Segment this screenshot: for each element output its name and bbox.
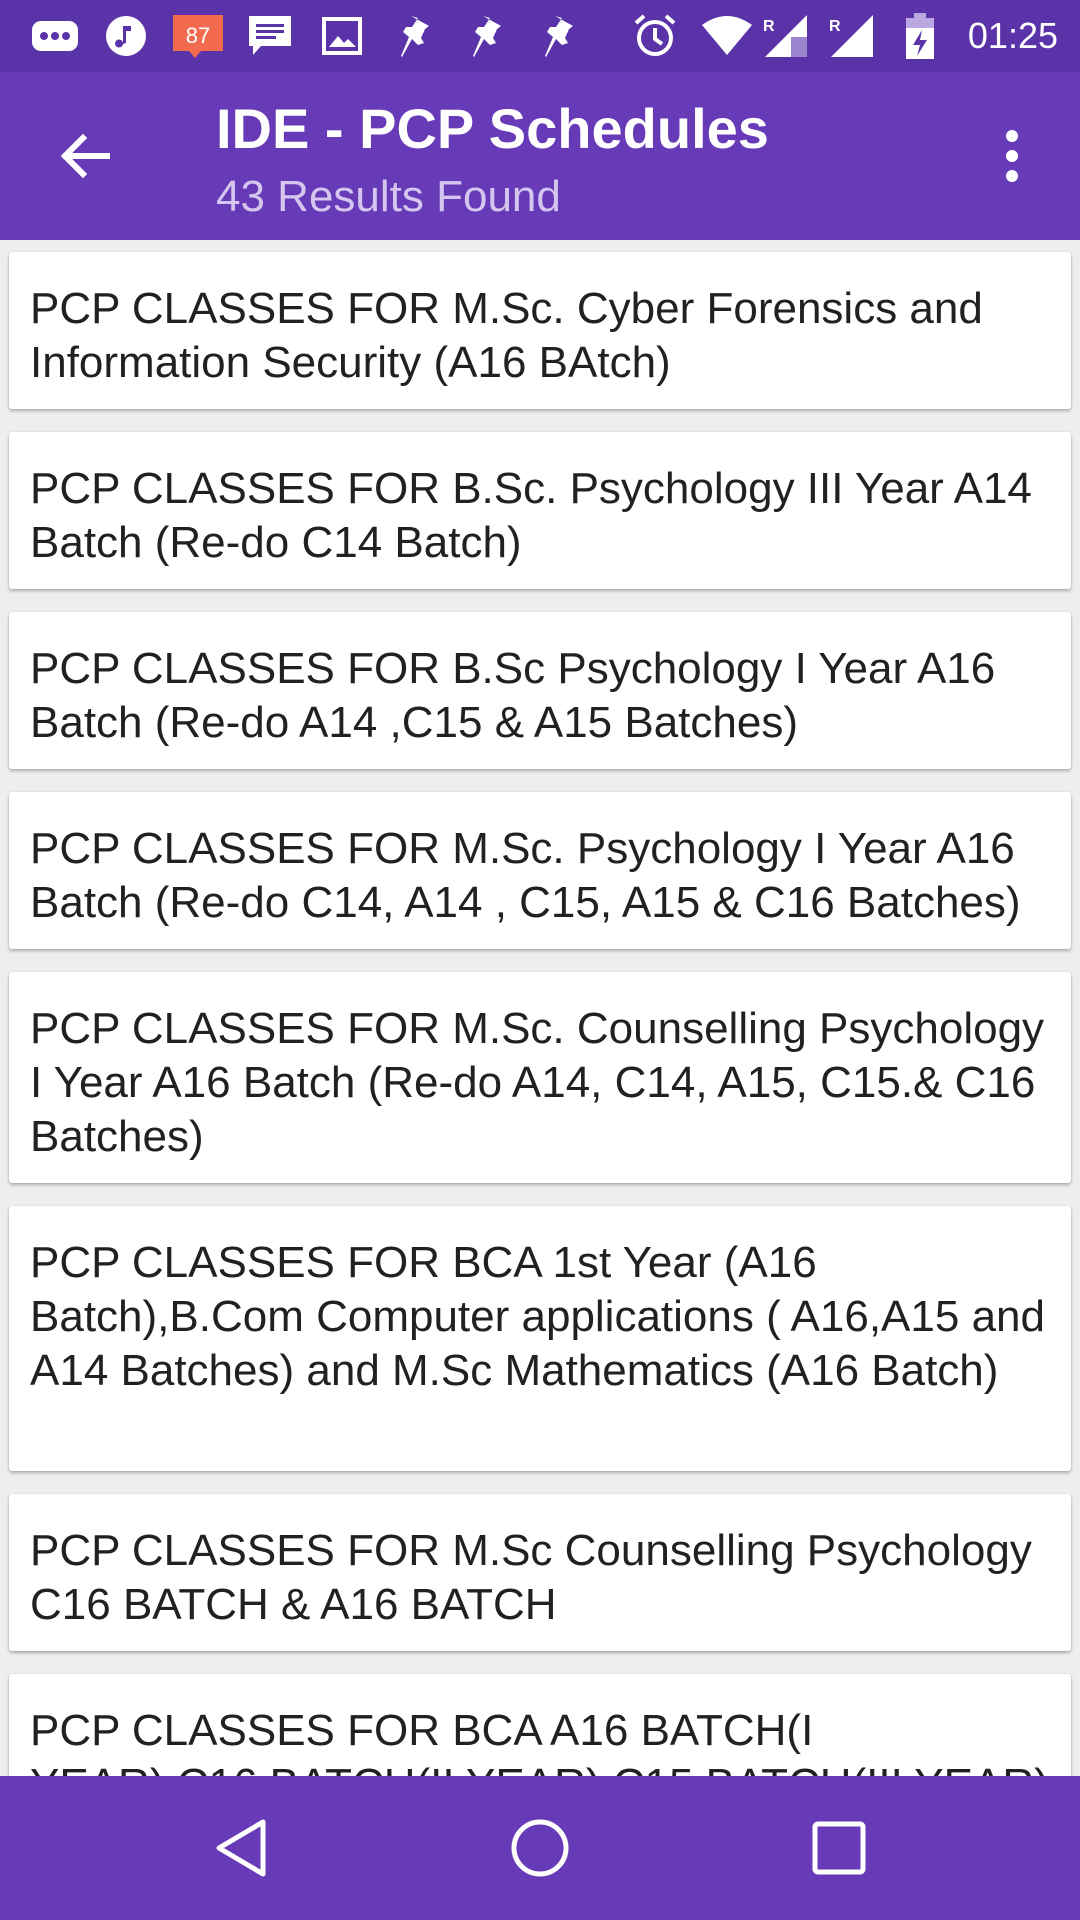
list-item-label: PCP CLASSES FOR M.Sc. Counselling Psycho…	[30, 1004, 1045, 1161]
nav-recents-button[interactable]	[801, 1810, 877, 1886]
list-item[interactable]: PCP CLASSES FOR M.Sc. Counselling Psycho…	[9, 972, 1071, 1183]
nav-home-button[interactable]	[502, 1810, 578, 1886]
list-item[interactable]: PCP CLASSES FOR M.Sc. Cyber Forensics an…	[9, 252, 1071, 409]
image-icon	[318, 12, 366, 60]
list-item-label: PCP CLASSES FOR B.Sc Psychology I Year A…	[30, 644, 996, 747]
list-item[interactable]: PCP CLASSES FOR M.Sc Counselling Psychol…	[9, 1494, 1071, 1651]
pin-icon	[464, 12, 510, 60]
more-vert-icon	[1006, 130, 1018, 182]
pin-icon	[392, 12, 438, 60]
message-icon	[244, 12, 296, 60]
signal-roaming-icon: R	[826, 12, 876, 60]
schedule-list[interactable]: PCP CLASSES FOR M.Sc. Cyber Forensics an…	[0, 240, 1080, 1776]
list-item-label: PCP CLASSES FOR M.Sc. Psychology I Year …	[30, 824, 1021, 927]
list-item-label: PCP CLASSES FOR BCA 1st Year (A16 Batch)…	[30, 1238, 1045, 1395]
home-circle-icon	[511, 1819, 569, 1877]
back-triangle-icon	[216, 1819, 266, 1877]
status-bar: 87 R R 01:25	[0, 0, 1080, 72]
list-item[interactable]: PCP CLASSES FOR B.Sc Psychology I Year A…	[9, 612, 1071, 769]
alarm-icon	[630, 12, 680, 60]
nav-back-button[interactable]	[203, 1810, 279, 1886]
recents-square-icon	[812, 1821, 866, 1875]
results-count: 43 Results Found	[216, 172, 561, 221]
notification-badge-count: 87	[186, 23, 210, 48]
app-bar: IDE - PCP Schedules 43 Results Found	[0, 72, 1080, 240]
calendar-badge-icon: 87	[170, 12, 226, 60]
more-dots-icon	[28, 12, 82, 60]
list-item-label: PCP CLASSES FOR BCA A16 BATCH(I YEAR),C1…	[30, 1706, 1049, 1776]
list-item[interactable]: PCP CLASSES FOR M.Sc. Psychology I Year …	[9, 792, 1071, 949]
battery-charging-icon	[900, 12, 940, 60]
list-item[interactable]: PCP CLASSES FOR BCA 1st Year (A16 Batch)…	[9, 1206, 1071, 1471]
navigation-bar	[0, 1776, 1080, 1920]
music-note-icon	[102, 12, 150, 60]
svg-text:R: R	[829, 18, 841, 35]
overflow-menu-button[interactable]	[972, 116, 1052, 196]
signal-roaming-icon: R	[760, 12, 810, 60]
svg-text:R: R	[763, 18, 775, 35]
arrow-back-icon	[60, 133, 110, 179]
list-item-label: PCP CLASSES FOR M.Sc. Cyber Forensics an…	[30, 284, 983, 387]
page-title: IDE - PCP Schedules	[216, 97, 769, 160]
list-item-label: PCP CLASSES FOR B.Sc. Psychology III Yea…	[30, 464, 1032, 567]
back-button[interactable]	[44, 116, 124, 196]
pin-icon	[536, 12, 582, 60]
list-item-label: PCP CLASSES FOR M.Sc Counselling Psychol…	[30, 1526, 1032, 1629]
wifi-icon	[700, 12, 754, 60]
list-item[interactable]: PCP CLASSES FOR B.Sc. Psychology III Yea…	[9, 432, 1071, 589]
list-item[interactable]: PCP CLASSES FOR BCA A16 BATCH(I YEAR),C1…	[9, 1674, 1071, 1776]
status-bar-clock: 01:25	[967, 15, 1058, 56]
